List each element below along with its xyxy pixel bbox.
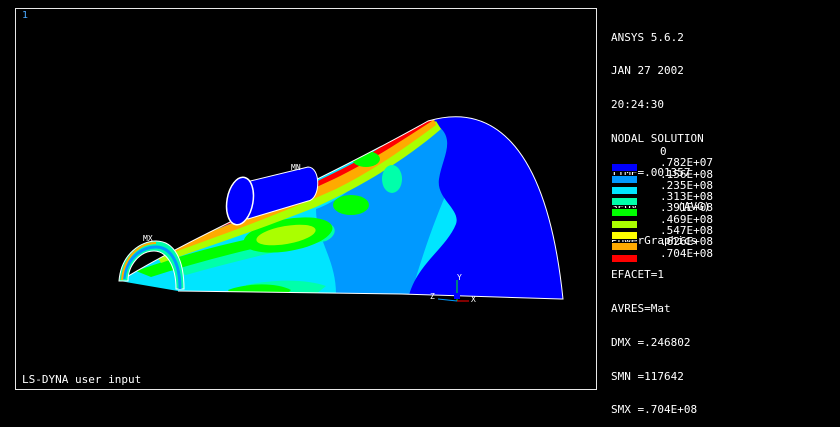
info-solution-type: NODAL SOLUTION bbox=[611, 132, 704, 146]
min-label: MN bbox=[291, 163, 301, 172]
info-date: JAN 27 2002 bbox=[611, 64, 684, 78]
info-smn: SMN =117642 bbox=[611, 369, 684, 383]
triad-x-label: X bbox=[471, 295, 476, 304]
triad-z-label: Z bbox=[430, 292, 435, 301]
legend-swatch bbox=[611, 185, 638, 195]
legend-swatch bbox=[611, 174, 638, 184]
info-avres: AVRES=Mat bbox=[611, 301, 671, 315]
triad-y-label: Y bbox=[457, 273, 462, 282]
graphics-viewport[interactable]: 1 MN MX Y Z X LS-DYNA user input bbox=[15, 8, 597, 390]
legend-swatch bbox=[611, 253, 638, 263]
legend-swatch bbox=[611, 197, 638, 207]
legend-label: .704E+08 bbox=[660, 246, 713, 260]
legend-swatch bbox=[611, 231, 638, 241]
legend-swatch bbox=[611, 219, 638, 229]
legend-swatch bbox=[611, 208, 638, 218]
info-smx: SMX =.704E+08 bbox=[611, 403, 698, 417]
contour-plot[interactable]: MN MX Y Z X bbox=[16, 9, 598, 391]
status-caption: LS-DYNA user input bbox=[22, 373, 142, 386]
legend-label: .782E+07 bbox=[660, 156, 713, 170]
info-time: 20:24:30 bbox=[611, 98, 664, 112]
max-label: MX bbox=[143, 234, 153, 243]
info-dmx: DMX =.246802 bbox=[611, 335, 691, 349]
info-efacet: EFACET=1 bbox=[611, 267, 664, 281]
legend-swatch bbox=[611, 163, 638, 173]
info-version: ANSYS 5.6.2 bbox=[611, 30, 684, 44]
legend-label: .626E+08 bbox=[660, 235, 713, 249]
legend-swatch bbox=[611, 242, 638, 252]
